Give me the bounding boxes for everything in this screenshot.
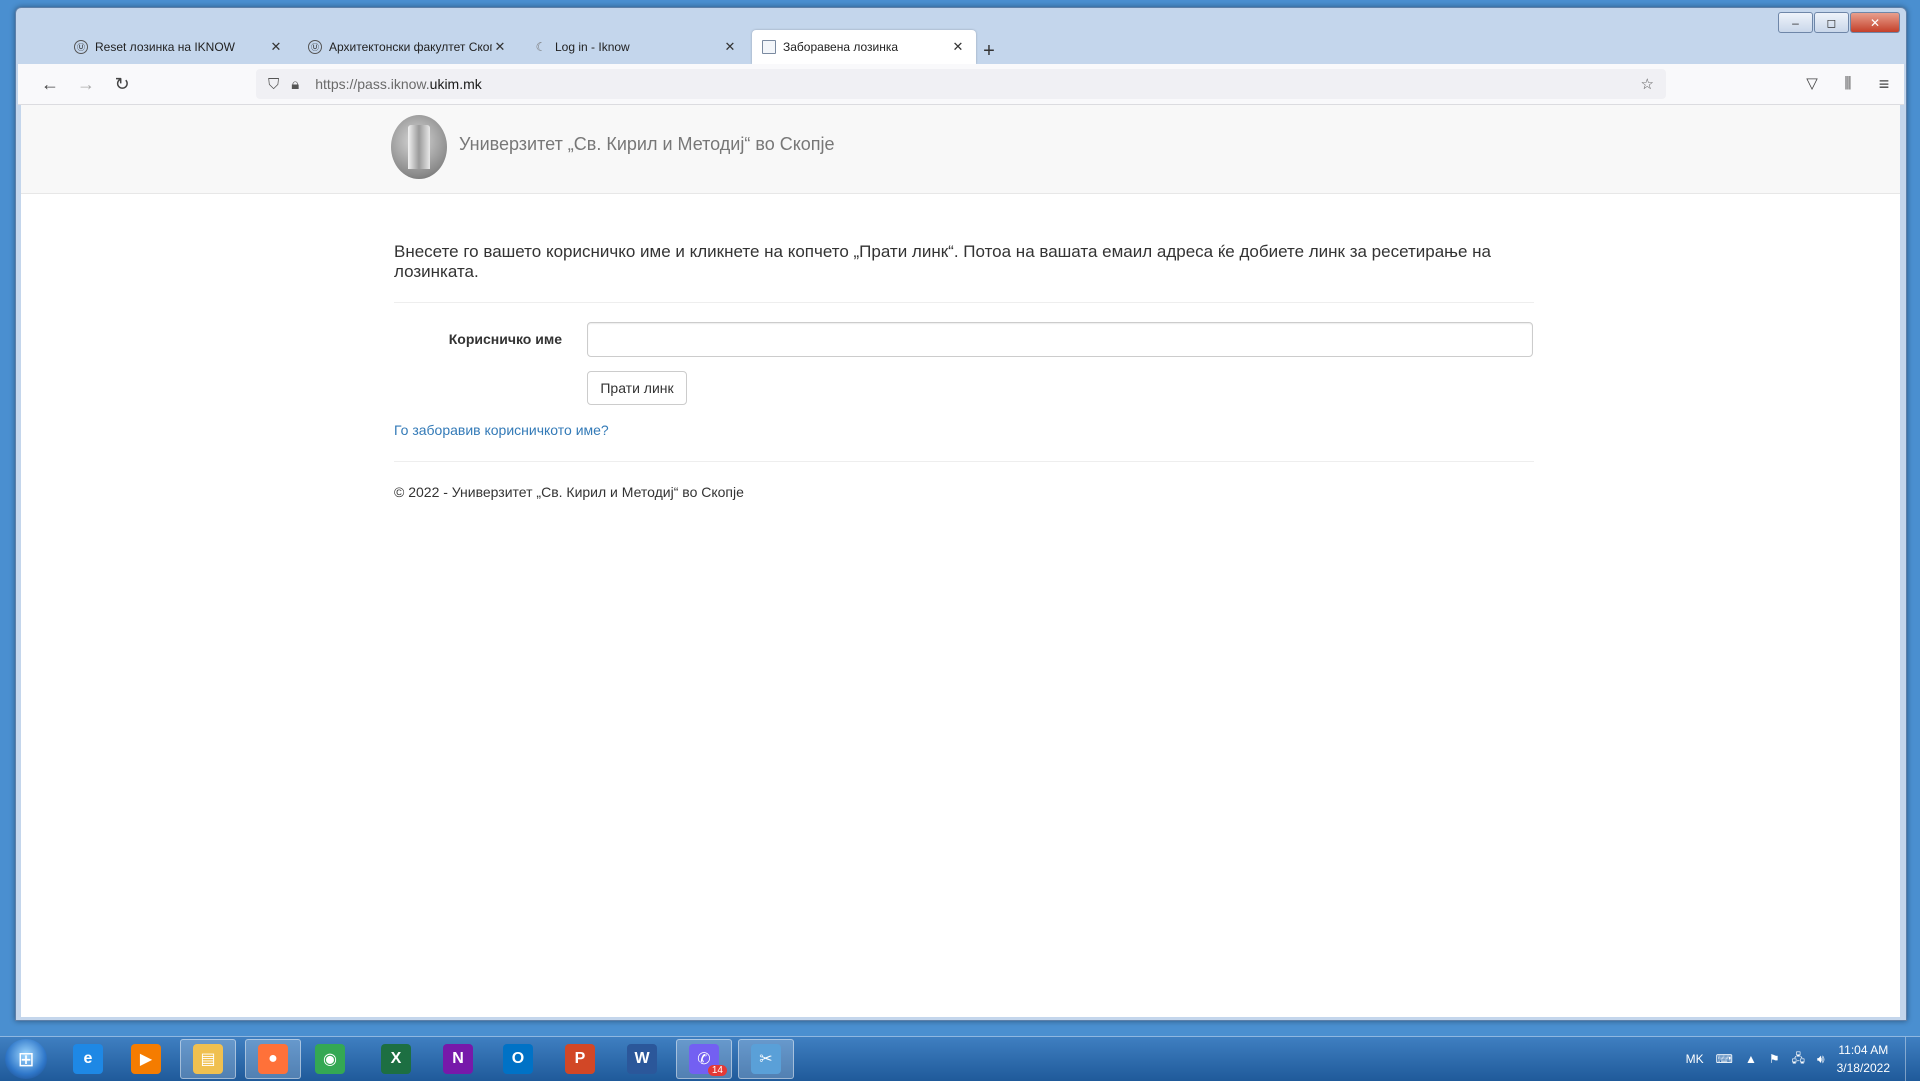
close-icon[interactable]: ✕	[722, 39, 738, 55]
page-viewport: Универзитет „Св. Кирил и Методиј“ во Ско…	[21, 105, 1900, 1017]
tab-title: Заборавена лозинка	[783, 40, 899, 54]
clock-date: 3/18/2022	[1836, 1061, 1890, 1075]
snipping-tool-icon: ✂	[751, 1044, 781, 1074]
menu-icon[interactable]: ≡	[1872, 73, 1896, 95]
back-arrow-icon[interactable]: ←	[38, 73, 62, 95]
divider	[394, 461, 1534, 462]
reload-icon[interactable]: ↻	[110, 73, 134, 95]
shield-icon[interactable]: ⛉	[268, 76, 279, 93]
language-indicator[interactable]: MK	[1686, 1052, 1704, 1066]
site-header: Универзитет „Св. Кирил и Методиј“ во Ско…	[21, 105, 1900, 194]
taskbar-internet-explorer-button[interactable]: e	[60, 1039, 116, 1079]
start-button[interactable]: ⊞	[5, 1039, 47, 1079]
internet-explorer-icon: e	[73, 1044, 103, 1074]
clock-time: 11:04 AM	[1838, 1043, 1889, 1057]
taskbar-chrome-button[interactable]: ◉	[302, 1039, 358, 1079]
library-icon[interactable]: ⫼	[1836, 73, 1860, 95]
ukim-logo-icon: Ⓤ	[308, 40, 322, 54]
site-brand[interactable]: Универзитет „Св. Кирил и Методиј“ во Ско…	[459, 134, 835, 155]
taskbar-snipping-tool-button[interactable]: ✂	[738, 1039, 794, 1079]
tray-expand-icon[interactable]: ▲	[1745, 1052, 1757, 1066]
media-player-icon: ▶	[131, 1044, 161, 1074]
onenote-icon: N	[443, 1044, 473, 1074]
send-link-button[interactable]: Прати линк	[587, 371, 687, 405]
url-prefix: https://pass.iknow.	[315, 76, 430, 92]
taskbar-file-explorer-button[interactable]: ▤	[180, 1039, 236, 1079]
tab-bar: Ⓤ Reset лозинка на IKNOW ✕ Ⓤ Архитектонс…	[16, 22, 1906, 69]
instructions-text: Внесете го вашето корисничко име и кликн…	[394, 242, 1492, 281]
firefox-icon: ●	[258, 1044, 288, 1074]
tab-title: Reset лозинка на IKNOW	[95, 40, 236, 54]
taskbar-word-button[interactable]: W	[614, 1039, 670, 1079]
show-desktop-button[interactable]	[1905, 1037, 1920, 1081]
ukim-logo-icon: Ⓤ	[74, 40, 88, 54]
university-logo[interactable]	[391, 115, 447, 179]
browser-window: – ◻ ✕ Ⓤ Reset лозинка на IKNOW ✕ Ⓤ Архит…	[15, 7, 1907, 1021]
taskbar-excel-button[interactable]: X	[368, 1039, 424, 1079]
navigation-toolbar: ← → ↻ ⛉ 🔒︎ https://pass.iknow.ukim.mk ☆ …	[18, 64, 1904, 105]
close-icon[interactable]: ✕	[950, 39, 966, 55]
tab-title: Архитектонски факултет Скопје	[329, 40, 492, 54]
clock[interactable]: 11:04 AM 3/18/2022	[1837, 1041, 1890, 1077]
chrome-icon: ◉	[315, 1044, 345, 1074]
taskbar-powerpoint-button[interactable]: P	[552, 1039, 608, 1079]
pocket-icon[interactable]: ▽	[1800, 73, 1824, 95]
tab-title: Log in - Iknow	[555, 40, 630, 54]
taskbar-outlook-button[interactable]: O	[490, 1039, 546, 1079]
network-icon[interactable]: 🖧︎	[1792, 1049, 1805, 1070]
lock-icon[interactable]: 🔒︎	[291, 76, 299, 93]
taskbar-onenote-button[interactable]: N	[430, 1039, 486, 1079]
forward-arrow-icon[interactable]: →	[74, 73, 98, 95]
tab-login-iknow[interactable]: ☾ Log in - Iknow ✕	[524, 30, 748, 64]
taskbar-media-player-button[interactable]: ▶	[118, 1039, 174, 1079]
username-input[interactable]	[587, 322, 1533, 357]
file-explorer-icon: ▤	[193, 1044, 223, 1074]
action-center-flag-icon[interactable]: ⚑	[1769, 1052, 1780, 1066]
username-label: Корисничко име	[448, 331, 562, 347]
powerpoint-icon: P	[565, 1044, 595, 1074]
volume-icon[interactable]: 🔊︎	[1817, 1052, 1825, 1067]
close-icon[interactable]: ✕	[492, 39, 508, 55]
tab-reset-password[interactable]: Ⓤ Reset лозинка на IKNOW ✕	[64, 30, 294, 64]
url-text[interactable]: https://pass.iknow.ukim.mk	[315, 76, 482, 92]
page-icon	[762, 40, 776, 54]
taskbar: ⊞ e ▶ ▤ ● ◉ X N O P W ✆ 14 ✂ MK ⌨ ▲ ⚑ 🖧︎ 🔊︎ 11:04 AM…	[0, 1036, 1920, 1081]
system-tray: MK ⌨ ▲ ⚑ 🖧︎ 🔊︎ 11:04 AM 3/18/2022	[1686, 1037, 1890, 1081]
divider	[394, 302, 1534, 303]
excel-icon: X	[381, 1044, 411, 1074]
keyboard-icon[interactable]: ⌨	[1716, 1052, 1733, 1066]
url-bar[interactable]: ⛉ 🔒︎ https://pass.iknow.ukim.mk ☆	[256, 69, 1666, 99]
word-icon: W	[627, 1044, 657, 1074]
url-domain: ukim.mk	[429, 76, 482, 92]
forgot-username-link[interactable]: Го заборавив корисничкото име?	[394, 422, 609, 438]
moon-icon: ☾	[535, 40, 547, 54]
tab-forgotten-password[interactable]: Заборавена лозинка ✕	[752, 30, 976, 64]
page-footer: © 2022 - Универзитет „Св. Кирил и Методи…	[394, 484, 744, 500]
new-tab-button[interactable]: +	[974, 40, 1004, 63]
notification-badge: 14	[707, 1065, 727, 1076]
tab-architecture-faculty[interactable]: Ⓤ Архитектонски факултет Скопје ✕	[298, 30, 518, 64]
bookmark-star-icon[interactable]: ☆	[1641, 75, 1654, 93]
close-icon[interactable]: ✕	[268, 39, 284, 55]
outlook-icon: O	[503, 1044, 533, 1074]
taskbar-viber-button[interactable]: ✆ 14	[676, 1039, 732, 1079]
taskbar-firefox-button[interactable]: ●	[245, 1039, 301, 1079]
